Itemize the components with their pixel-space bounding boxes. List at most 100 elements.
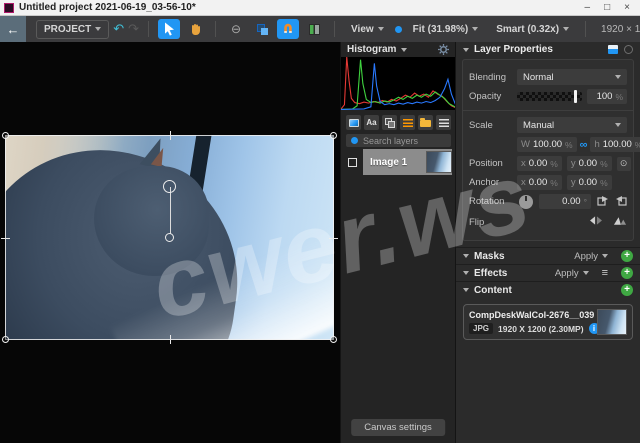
- hand-tool-button[interactable]: [184, 19, 206, 39]
- search-layers-input[interactable]: [363, 136, 446, 146]
- chevron-down-icon: [615, 75, 621, 79]
- rotation-handle[interactable]: [163, 180, 176, 193]
- blending-select[interactable]: Normal: [517, 69, 627, 85]
- position-y-value: 0.00: [579, 158, 598, 169]
- selection-handle-bottom-left[interactable]: [2, 336, 9, 343]
- effects-apply-dropdown[interactable]: Apply: [555, 268, 589, 279]
- close-button[interactable]: ×: [624, 1, 630, 15]
- position-target-button[interactable]: ⊙: [617, 157, 631, 171]
- duplicate-layer-button[interactable]: [382, 115, 397, 130]
- zoom-fit-button[interactable]: Fit (31.98%): [406, 21, 486, 38]
- search-icon: [351, 137, 358, 144]
- chevron-down-icon: [583, 271, 589, 275]
- add-adjustment-button[interactable]: [400, 115, 415, 130]
- redo-button[interactable]: ↷: [128, 21, 139, 37]
- layer-tools-row: Aa: [341, 115, 456, 130]
- canvas-area[interactable]: [0, 42, 340, 443]
- guides-toggle-button[interactable]: [303, 19, 325, 39]
- rotation-row: Rotation 0.00 °: [469, 194, 627, 209]
- chevron-down-icon: [463, 48, 469, 52]
- rotate-cw-button[interactable]: [615, 196, 627, 207]
- anchor-y-value: 0.00: [579, 177, 598, 188]
- rotation-dial[interactable]: [519, 195, 533, 209]
- y-label: y: [571, 177, 576, 188]
- gear-icon[interactable]: [438, 44, 449, 55]
- opacity-slider[interactable]: [517, 92, 582, 101]
- effects-menu-button[interactable]: ≡: [602, 267, 608, 279]
- transform-tool-button[interactable]: [251, 19, 273, 39]
- effects-section-header[interactable]: Effects Apply ≡ +: [456, 264, 640, 281]
- flip-label: Flip: [469, 217, 517, 228]
- presets-icon[interactable]: [608, 45, 618, 54]
- content-title: Content: [474, 285, 512, 296]
- opacity-slider-handle[interactable]: [574, 90, 577, 103]
- magnet-icon: [282, 23, 294, 35]
- selection-handle-bottom-right[interactable]: [330, 336, 337, 343]
- snapping-toggle-button[interactable]: [277, 19, 299, 39]
- add-image-button[interactable]: [346, 115, 361, 130]
- layer-row[interactable]: Image 1: [341, 149, 456, 175]
- selection-handle-right[interactable]: [329, 238, 338, 239]
- selection-handle-left[interactable]: [1, 238, 10, 239]
- layer-visibility-checkbox[interactable]: [348, 158, 357, 167]
- layer-properties-header[interactable]: Layer Properties: [456, 42, 640, 57]
- rotate-cw-icon: [615, 196, 627, 207]
- position-x-input[interactable]: x 0.00 %: [517, 156, 562, 171]
- add-effect-button[interactable]: +: [621, 267, 633, 279]
- list-icon: [439, 119, 449, 127]
- position-y-input[interactable]: y 0.00 %: [567, 156, 612, 171]
- search-layers-box[interactable]: [346, 134, 451, 147]
- smart-scaling-button[interactable]: Smart (0.32x): [489, 21, 576, 38]
- percent-unit: %: [550, 178, 558, 188]
- anchor-x-value: 0.00: [529, 177, 548, 188]
- add-content-button[interactable]: +: [621, 284, 633, 296]
- position-row: Position x 0.00 % y 0.00 % ⊙: [469, 156, 627, 171]
- reset-icon[interactable]: [624, 45, 633, 54]
- anchor-y-input[interactable]: y 0.00 %: [567, 175, 612, 190]
- degree-unit: °: [584, 197, 587, 207]
- new-folder-button[interactable]: [418, 115, 433, 130]
- opacity-value-box[interactable]: 100 %: [587, 89, 627, 104]
- chevron-down-icon: [615, 123, 621, 127]
- add-text-button[interactable]: Aa: [364, 115, 379, 130]
- masks-section-header[interactable]: Masks Apply +: [456, 247, 640, 264]
- add-mask-button[interactable]: +: [621, 250, 633, 262]
- select-tool-button[interactable]: [158, 19, 180, 39]
- maximize-button[interactable]: □: [604, 1, 610, 15]
- selection-handle-top-right[interactable]: [330, 132, 337, 139]
- view-menu-button[interactable]: View: [344, 21, 391, 38]
- rotate-ccw-button[interactable]: [597, 196, 609, 207]
- chevron-down-icon: [563, 27, 569, 31]
- back-button[interactable]: ←: [0, 16, 26, 42]
- masks-apply-dropdown[interactable]: Apply: [574, 251, 608, 262]
- canvas-settings-button[interactable]: Canvas settings: [351, 419, 445, 436]
- scale-height-input[interactable]: h 100.00 %: [590, 137, 640, 152]
- window-title: Untitled project 2021-06-19_03-56-10*: [19, 2, 196, 13]
- chevron-down-icon[interactable]: [401, 48, 407, 52]
- mask-overlay-toggle-button[interactable]: ⊖: [225, 19, 247, 39]
- content-card[interactable]: CompDeskWalCol-2676__039 JPG 1920 X 1200…: [463, 304, 633, 340]
- flip-vertical-button[interactable]: [613, 213, 627, 231]
- zoom-fit-label: Fit (31.98%): [413, 24, 469, 35]
- minimize-button[interactable]: –: [585, 1, 591, 15]
- masks-title: Masks: [474, 251, 505, 262]
- flip-horizontal-button[interactable]: [589, 213, 603, 231]
- undo-button[interactable]: ↶: [113, 21, 124, 37]
- selection-handle-top-left[interactable]: [2, 132, 9, 139]
- layer-item[interactable]: Image 1: [363, 149, 452, 175]
- app-logo-icon: [4, 3, 14, 13]
- link-dimensions-toggle[interactable]: ∞: [580, 139, 588, 151]
- chevron-down-icon: [463, 254, 469, 258]
- anchor-x-input[interactable]: x 0.00 %: [517, 175, 562, 190]
- layer-properties-panel: Layer Properties Blending Normal Opacity: [455, 42, 640, 443]
- rotation-input[interactable]: 0.00 °: [539, 194, 591, 209]
- project-menu-button[interactable]: PROJECT: [36, 20, 109, 39]
- anchor-point[interactable]: [165, 233, 174, 242]
- percent-unit: %: [600, 159, 608, 169]
- selection-handle-bottom[interactable]: [170, 335, 171, 344]
- content-section-header[interactable]: Content +: [456, 281, 640, 298]
- scale-mode-select[interactable]: Manual: [517, 117, 627, 133]
- scale-width-input[interactable]: W 100.00 %: [517, 137, 577, 152]
- selection-handle-top[interactable]: [170, 131, 171, 140]
- layer-list-menu-button[interactable]: [436, 115, 451, 130]
